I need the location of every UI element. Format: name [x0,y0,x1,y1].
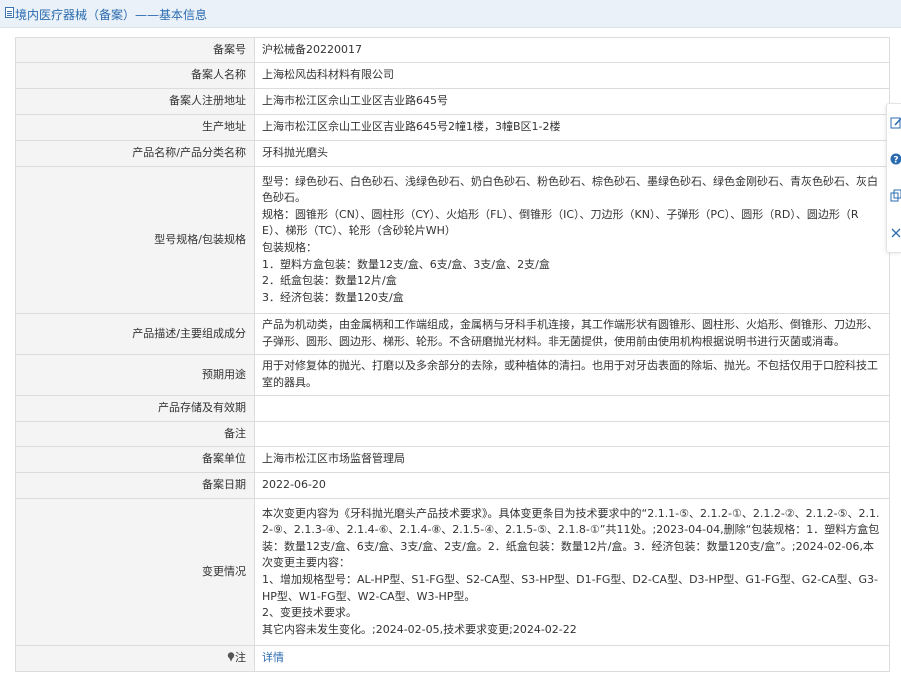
field-label: 产品存储及有效期 [15,395,255,422]
table-row: 备案人名称 上海松风齿科材料有限公司 [15,62,890,89]
field-value-storage-validity [254,395,890,422]
record-detail-table: 备案号 沪松械备20220017 备案人名称 上海松风齿科材料有限公司 备案人注… [15,37,890,672]
page-header: 境内医疗器械（备案）——基本信息 [0,0,901,28]
field-label: 备案人名称 [15,62,255,89]
field-label: 预期用途 [15,354,255,396]
field-value-registrant-name: 上海松风齿科材料有限公司 [254,62,890,89]
field-value-remarks [254,421,890,447]
edit-icon[interactable] [890,116,901,130]
table-row: 备案人注册地址 上海市松江区佘山工业区吉业路645号 [15,88,890,115]
table-row: 预期用途 用于对修复体的抛光、打磨以及多余部分的去除，或种植体的清扫。也用于对牙… [15,354,890,396]
field-value-product-description: 产品为机动类，由金属柄和工作端组成，金属柄与牙科手机连接，其工作端形状有圆锥形、… [254,313,890,355]
help-icon[interactable]: ? [890,152,901,166]
field-value-product-name: 牙科抛光磨头 [254,140,890,167]
table-row: 备案日期 2022-06-20 [15,472,890,499]
table-row: 备案单位 上海市松江区市场监督管理局 [15,446,890,473]
table-row: 变更情况 本次变更内容为《牙科抛光磨头产品技术要求》。具体变更条目为技术要求中的… [15,498,890,646]
field-label: 变更情况 [15,498,255,646]
field-value-registration-number: 沪松械备20220017 [254,37,890,63]
field-value-change-history: 本次变更内容为《牙科抛光磨头产品技术要求》。具体变更条目为技术要求中的“2.1.… [254,498,890,646]
table-row: 产品描述/主要组成成分 产品为机动类，由金属柄和工作端组成，金属柄与牙科手机连接… [15,313,890,355]
field-value-production-address: 上海市松江区佘山工业区吉业路645号2幢1楼，3幢B区1-2楼 [254,114,890,141]
field-label: 备案日期 [15,472,255,499]
field-value-filing-authority: 上海市松江区市场监督管理局 [254,446,890,473]
table-row: 产品名称/产品分类名称 牙科抛光磨头 [15,140,890,167]
page-title: 境内医疗器械（备案）——基本信息 [15,8,208,22]
field-label: 型号规格/包装规格 [15,166,255,314]
field-value-registrant-address: 上海市松江区佘山工业区吉业路645号 [254,88,890,115]
table-row: 生产地址 上海市松江区佘山工业区吉业路645号2幢1楼，3幢B区1-2楼 [15,114,890,141]
side-toolbar: ? [886,103,901,253]
table-row: 备案号 沪松械备20220017 [15,37,890,63]
field-label: 备注 [15,421,255,447]
table-row: 产品存储及有效期 [15,395,890,422]
field-label: 生产地址 [15,114,255,141]
field-value-filing-date: 2022-06-20 [254,472,890,499]
field-label: 产品名称/产品分类名称 [15,140,255,167]
field-label: 备案单位 [15,446,255,473]
note-label-cell: 注 [15,645,255,672]
details-link[interactable]: 详情 [262,651,284,664]
field-label: 备案号 [15,37,255,63]
svg-text:?: ? [893,155,898,165]
field-value-model-specification: 型号：绿色砂石、白色砂石、浅绿色砂石、奶白色砂石、粉色砂石、棕色砂石、墨绿色砂石… [254,166,890,314]
field-label: 备案人注册地址 [15,88,255,115]
table-row: 型号规格/包装规格 型号：绿色砂石、白色砂石、浅绿色砂石、奶白色砂石、粉色砂石、… [15,166,890,314]
table-row: 注 详情 [15,645,890,672]
copy-icon[interactable] [890,189,901,203]
document-icon [5,7,14,18]
table-row: 备注 [15,421,890,447]
field-value-intended-use: 用于对修复体的抛光、打磨以及多余部分的去除，或种植体的清扫。也用于对牙齿表面的除… [254,354,890,396]
field-label: 产品描述/主要组成成分 [15,313,255,355]
close-icon[interactable] [890,226,901,240]
pin-icon [227,652,235,662]
note-label: 注 [235,651,246,665]
